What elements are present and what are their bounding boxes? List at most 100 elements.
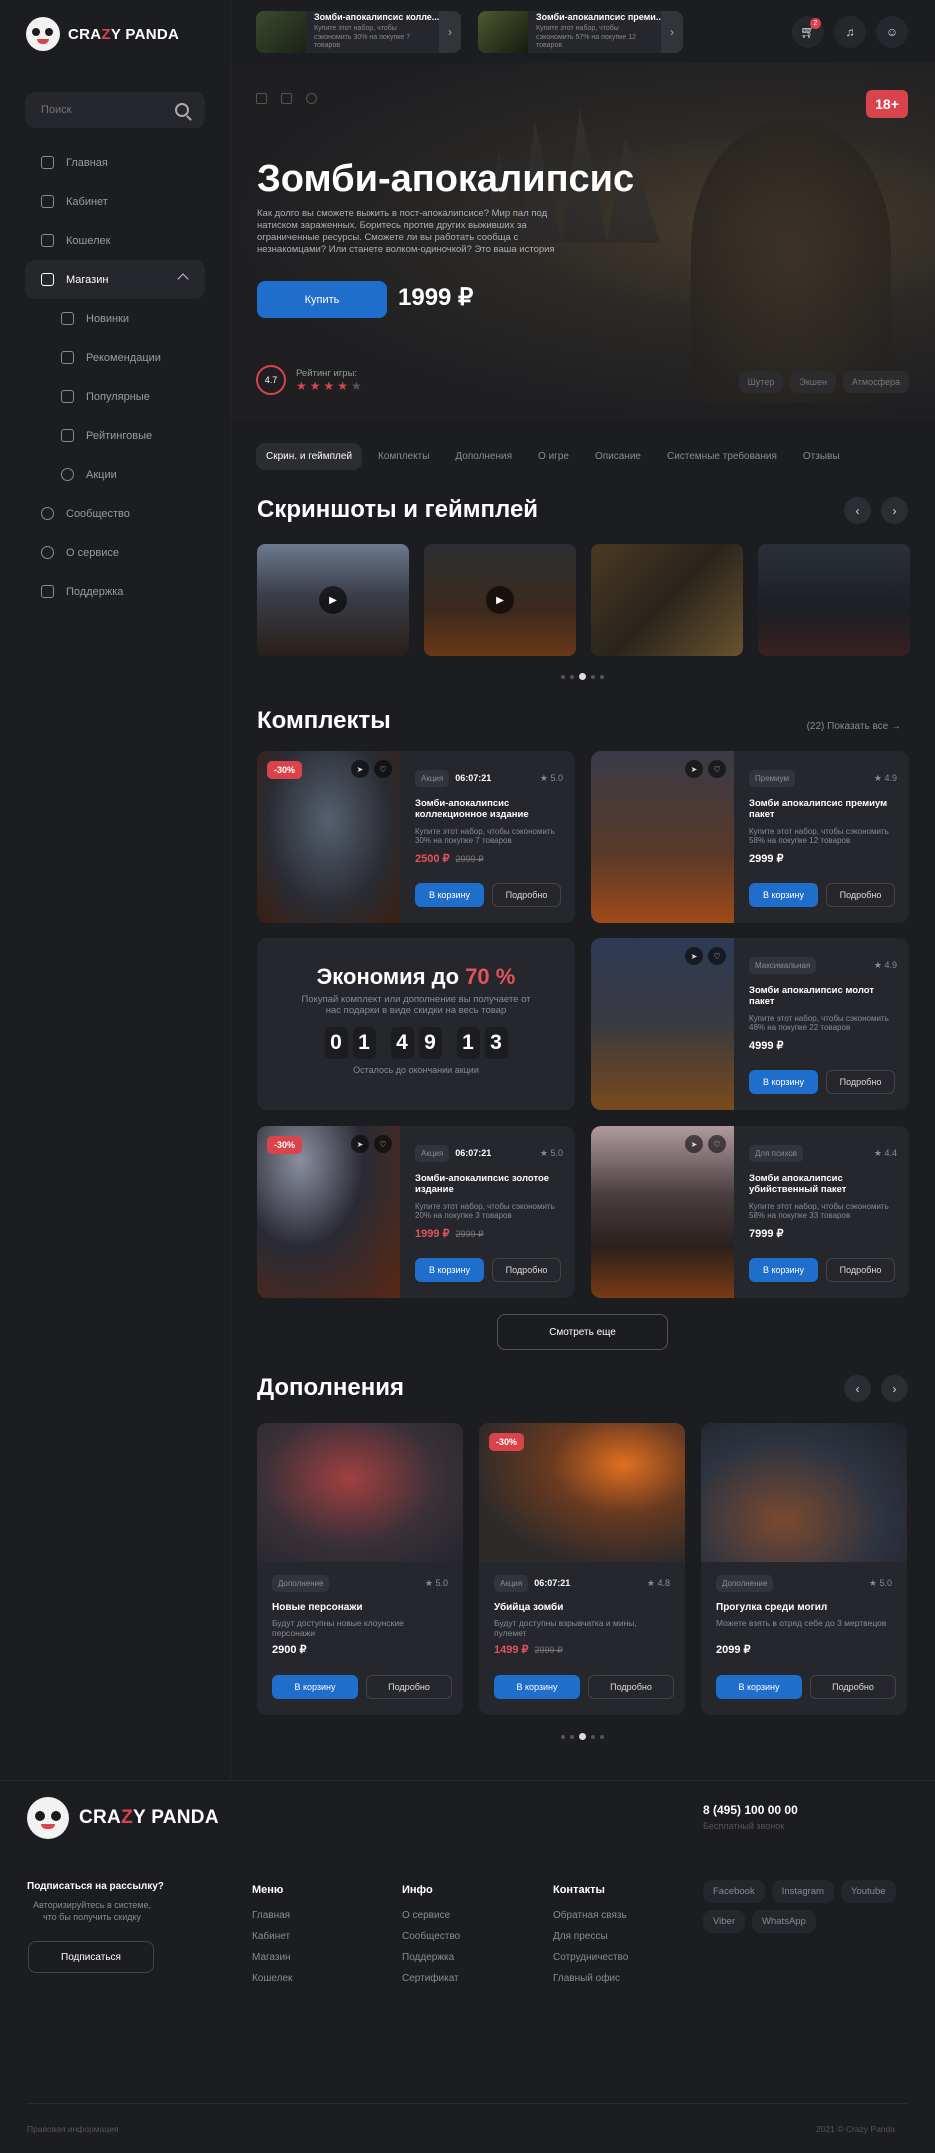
footer-link[interactable]: Кошелек: [252, 1973, 292, 1984]
details-button[interactable]: Подробно: [810, 1675, 896, 1699]
notifications-button[interactable]: ♫: [834, 16, 866, 48]
addon-image[interactable]: [701, 1423, 907, 1562]
sidebar-item-wallet[interactable]: Кошелек: [25, 221, 205, 260]
bundle-image[interactable]: ➤ ♡: [591, 751, 734, 923]
details-button[interactable]: Подробно: [588, 1675, 674, 1699]
sidebar-item-about[interactable]: О сервисе: [25, 533, 205, 572]
legal-link[interactable]: Правовая информация: [27, 2124, 119, 2134]
footer-link[interactable]: Магазин: [252, 1952, 292, 1963]
pagination-dot[interactable]: [591, 1734, 595, 1739]
footer-logo[interactable]: CRAZY PANDA: [27, 1797, 219, 1839]
bundle-image[interactable]: ➤ ♡: [591, 1126, 734, 1298]
tab-addons[interactable]: Дополнения: [445, 443, 522, 470]
footer-link[interactable]: Поддержка: [402, 1952, 460, 1963]
footer-link[interactable]: Обратная связь: [553, 1910, 628, 1921]
sidebar-item-community[interactable]: Сообщество: [25, 494, 205, 533]
phone-number[interactable]: 8 (495) 100 00 00: [703, 1803, 798, 1817]
details-button[interactable]: Подробно: [826, 1258, 895, 1282]
pagination-dot[interactable]: [561, 674, 565, 679]
see-more-button[interactable]: Смотреть еще: [497, 1314, 668, 1350]
search-icon[interactable]: [175, 103, 189, 117]
sidebar-item-new[interactable]: Новинки: [25, 299, 205, 338]
add-to-cart-button[interactable]: В корзину: [749, 883, 818, 907]
footer-link[interactable]: Главный офис: [553, 1973, 628, 1984]
tab-bundles[interactable]: Комплекты: [368, 443, 439, 470]
share-icon[interactable]: ➤: [685, 1135, 703, 1153]
heart-icon[interactable]: ♡: [708, 760, 726, 778]
chevron-right-icon[interactable]: ›: [881, 1375, 908, 1402]
chevron-right-icon[interactable]: ›: [881, 497, 908, 524]
tab-description[interactable]: Описание: [585, 443, 651, 470]
footer-link[interactable]: О сервисе: [402, 1910, 460, 1921]
add-to-cart-button[interactable]: В корзину: [749, 1070, 818, 1094]
sidebar-item-home[interactable]: Главная: [25, 143, 205, 182]
social-facebook[interactable]: Facebook: [703, 1880, 765, 1903]
play-icon[interactable]: ▶: [486, 586, 514, 614]
play-icon[interactable]: ▶: [319, 586, 347, 614]
tag[interactable]: Экшен: [790, 371, 836, 393]
tab-reviews[interactable]: Отзывы: [793, 443, 850, 470]
sidebar-item-cabinet[interactable]: Кабинет: [25, 182, 205, 221]
pagination-dot-active[interactable]: [579, 673, 586, 680]
tab-about[interactable]: О игре: [528, 443, 579, 470]
heart-icon[interactable]: ♡: [708, 1135, 726, 1153]
add-to-cart-button[interactable]: В корзину: [415, 1258, 484, 1282]
sidebar-item-sales[interactable]: Акции: [25, 455, 205, 494]
heart-icon[interactable]: ♡: [374, 760, 392, 778]
share-icon[interactable]: ➤: [685, 947, 703, 965]
profile-button[interactable]: ☺: [876, 16, 908, 48]
share-icon[interactable]: ➤: [685, 760, 703, 778]
add-to-cart-button[interactable]: В корзину: [494, 1675, 580, 1699]
chevron-left-icon[interactable]: ‹: [844, 1375, 871, 1402]
add-to-cart-button[interactable]: В корзину: [272, 1675, 358, 1699]
social-youtube[interactable]: Youtube: [840, 1880, 896, 1903]
social-viber[interactable]: Viber: [703, 1910, 746, 1933]
search-input[interactable]: [41, 104, 161, 116]
buy-button[interactable]: Купить: [257, 281, 387, 318]
pagination-dot[interactable]: [600, 1734, 604, 1739]
footer-link[interactable]: Главная: [252, 1910, 292, 1921]
tab-requirements[interactable]: Системные требования: [657, 443, 787, 470]
screenshot[interactable]: [758, 544, 910, 656]
heart-icon[interactable]: ♡: [374, 1135, 392, 1153]
details-button[interactable]: Подробно: [492, 883, 561, 907]
chevron-right-icon[interactable]: ›: [661, 10, 683, 53]
footer-link[interactable]: Кабинет: [252, 1931, 292, 1942]
footer-link[interactable]: Сообщество: [402, 1931, 460, 1942]
subscribe-button[interactable]: Подписаться: [28, 1941, 154, 1973]
screenshot-video[interactable]: ▶: [424, 544, 576, 656]
tag[interactable]: Атмосфера: [842, 371, 909, 393]
chevron-right-icon[interactable]: ›: [439, 10, 461, 53]
pagination-dot[interactable]: [570, 1734, 574, 1739]
add-to-cart-button[interactable]: В корзину: [415, 883, 484, 907]
details-button[interactable]: Подробно: [366, 1675, 452, 1699]
pagination-dot[interactable]: [570, 674, 574, 679]
sidebar-item-support[interactable]: Поддержка: [25, 572, 205, 611]
addon-image[interactable]: [257, 1423, 463, 1562]
social-instagram[interactable]: Instagram: [771, 1880, 834, 1903]
sidebar-item-recommendations[interactable]: Рекомендации: [25, 338, 205, 377]
pagination-dot[interactable]: [561, 1734, 565, 1739]
top-card[interactable]: Зомби-апокалипсис колле... Купите этот н…: [256, 10, 461, 53]
screenshot-video[interactable]: ▶: [257, 544, 409, 656]
screenshot[interactable]: [591, 544, 743, 656]
tab-screenshots[interactable]: Скрин. и геймплей: [256, 443, 363, 470]
top-card[interactable]: Зомби-апокалипсис преми... Купите этот н…: [478, 10, 683, 53]
cart-button[interactable]: 🛒︎ 2: [792, 16, 824, 48]
footer-link[interactable]: Сотрудничество: [553, 1952, 628, 1963]
bundles-show-all[interactable]: (22) Показать все →: [807, 721, 901, 732]
sidebar-item-shop[interactable]: Магазин: [25, 260, 205, 299]
sidebar-item-rated[interactable]: Рейтинговые: [25, 416, 205, 455]
footer-link[interactable]: Сертификат: [402, 1973, 460, 1984]
bundle-image[interactable]: -30% ➤ ♡: [257, 1126, 400, 1298]
sidebar-item-popular[interactable]: Популярные: [25, 377, 205, 416]
add-to-cart-button[interactable]: В корзину: [716, 1675, 802, 1699]
addon-image[interactable]: -30%: [479, 1423, 685, 1562]
bundle-image[interactable]: ➤ ♡: [591, 938, 734, 1110]
details-button[interactable]: Подробно: [826, 1070, 895, 1094]
pagination-dot[interactable]: [600, 674, 604, 679]
heart-icon[interactable]: ♡: [708, 947, 726, 965]
details-button[interactable]: Подробно: [826, 883, 895, 907]
chevron-left-icon[interactable]: ‹: [844, 497, 871, 524]
pagination-dot-active[interactable]: [579, 1733, 586, 1740]
